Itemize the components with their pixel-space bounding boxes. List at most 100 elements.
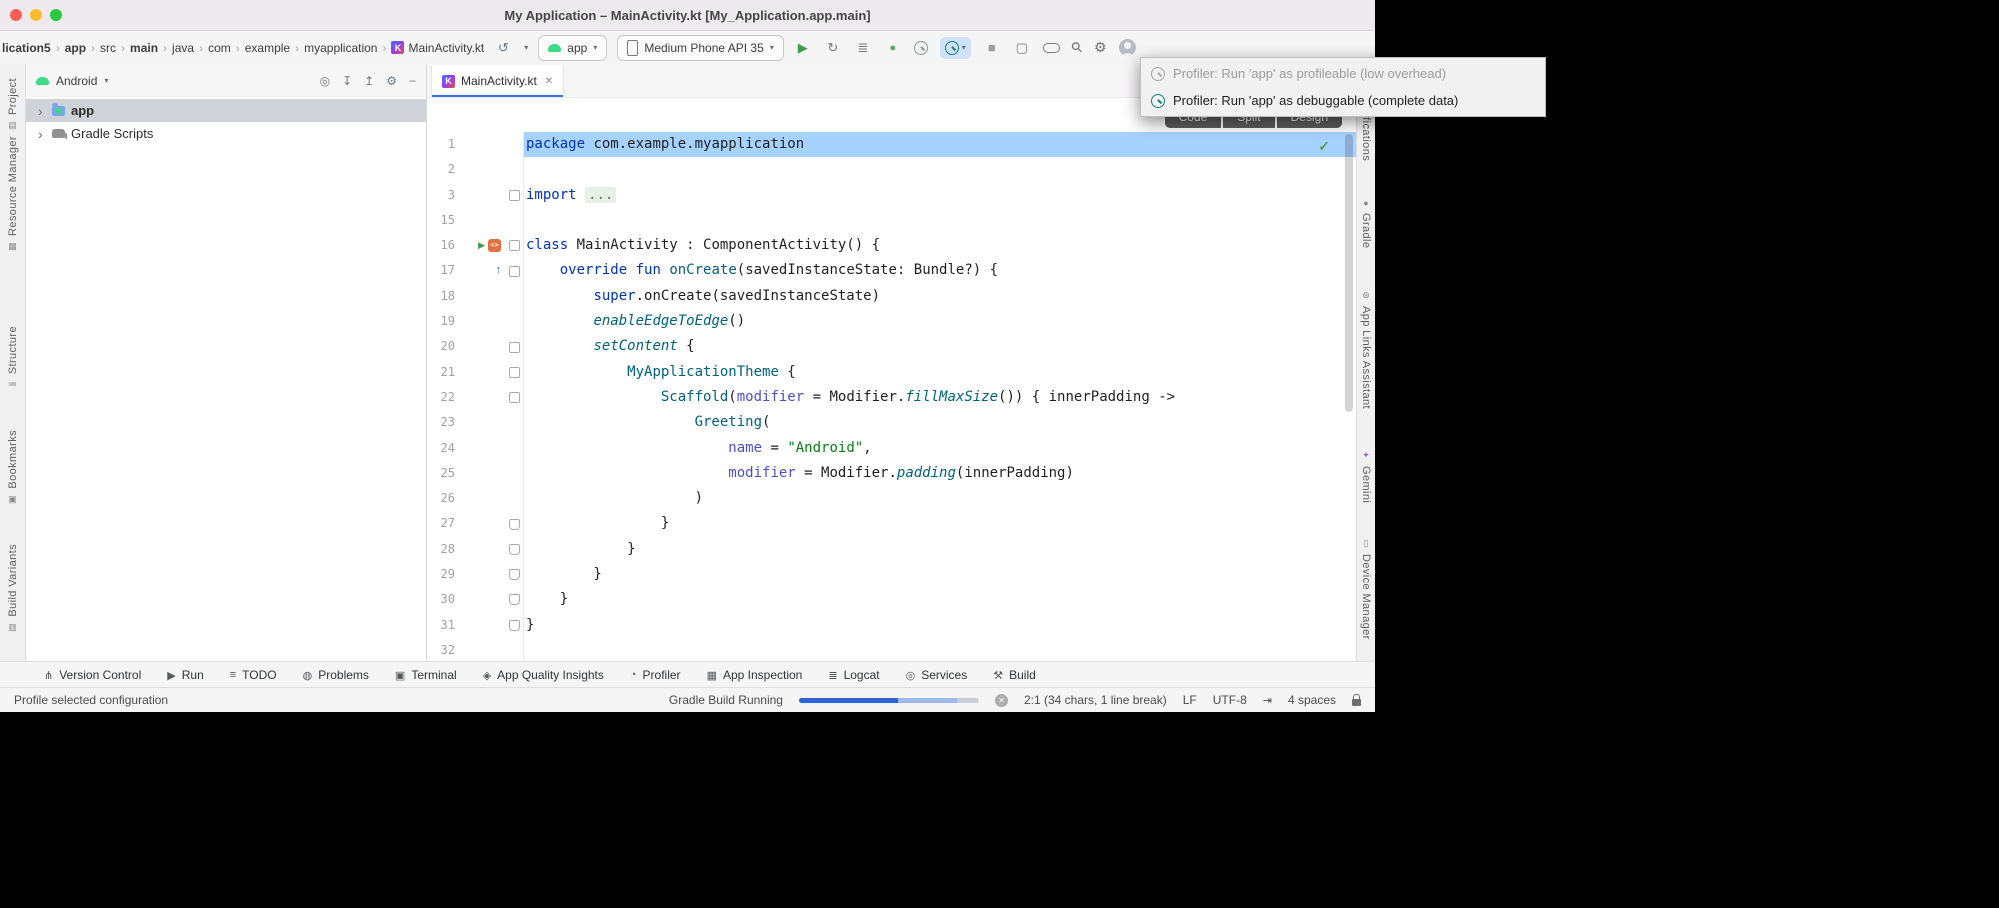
fold-marker[interactable] (509, 190, 520, 201)
code-text[interactable]: ) (524, 486, 1356, 511)
run-button[interactable]: ▶ (794, 40, 812, 56)
code-text[interactable]: Scaffold(modifier = Modifier.fillMaxSize… (524, 385, 1356, 410)
search-icon[interactable]: ⚲ (1067, 38, 1086, 57)
breadcrumb-item[interactable]: MainActivity.kt (408, 41, 484, 55)
running-devices-icon[interactable]: ▢ (1013, 40, 1031, 56)
code-text[interactable]: setContent { (524, 334, 1356, 359)
run-configuration-select[interactable]: app ▾ (538, 35, 607, 61)
profiler-dropdown-button[interactable]: ▾ (940, 37, 971, 59)
tool-stripe-item[interactable]: ⊛App Links Assistant (1357, 290, 1375, 409)
override-gutter-icon[interactable]: ↑ (496, 258, 502, 283)
fold-marker[interactable] (509, 367, 520, 378)
profile-low-overhead-icon[interactable] (914, 41, 928, 55)
indent-setting[interactable]: 4 spaces (1288, 693, 1336, 707)
debug-button[interactable]: ● (884, 42, 902, 54)
code-text[interactable]: import ... (524, 183, 1356, 208)
tool-window-button-build[interactable]: ⚒Build (993, 668, 1036, 682)
code-editor[interactable]: Code Split Design 1package com.example.m… (427, 98, 1356, 662)
tool-window-button-problems[interactable]: ◍Problems (303, 668, 369, 682)
tool-window-button-todo[interactable]: ≡TODO (230, 668, 277, 682)
lock-icon[interactable] (1352, 699, 1361, 706)
editor-scrollbar[interactable] (1345, 134, 1353, 412)
code-text[interactable]: } (524, 537, 1356, 562)
tab-mainactivity[interactable]: K MainActivity.kt ✕ (431, 65, 564, 97)
breadcrumb-item[interactable]: myapplication (304, 41, 377, 55)
fold-marker[interactable] (509, 342, 520, 353)
panel-settings-gear-icon[interactable]: ⚙ (386, 74, 397, 88)
code-text[interactable]: super.onCreate(savedInstanceState) (524, 284, 1356, 309)
tool-stripe-item[interactable]: Bookmarks▣ (0, 430, 25, 505)
tree-item-app[interactable]: › app (26, 99, 426, 122)
code-text[interactable]: class MainActivity : ComponentActivity()… (524, 233, 1356, 258)
tool-stripe-item[interactable]: ●Gradle (1357, 198, 1375, 248)
user-avatar[interactable] (1119, 39, 1136, 56)
code-text[interactable]: package com.example.myapplication (524, 132, 1356, 157)
project-view-select[interactable]: Android (56, 74, 97, 88)
tool-stripe-item[interactable]: Project▤ (0, 78, 25, 131)
collapse-all-icon[interactable]: ↧ (342, 74, 352, 88)
expand-all-icon[interactable]: ↥ (364, 74, 374, 88)
tool-stripe-item[interactable]: Structure≔ (0, 326, 25, 390)
tool-window-button-version-control[interactable]: ⋔Version Control (44, 668, 141, 682)
code-text[interactable] (524, 208, 1356, 233)
fold-marker[interactable] (509, 594, 520, 605)
apply-code-changes-icon[interactable]: ≣ (854, 40, 872, 56)
breadcrumb-item[interactable]: example (245, 41, 290, 55)
inspection-ok-check-icon[interactable]: ✓ (1318, 138, 1330, 155)
fold-marker[interactable] (509, 266, 520, 277)
tool-window-button-app-quality-insights[interactable]: ◈App Quality Insights (483, 668, 604, 682)
code-text[interactable] (524, 157, 1356, 182)
compose-gutter-icon[interactable]: <> (488, 239, 501, 252)
fold-marker[interactable] (509, 392, 520, 403)
code-text[interactable]: override fun onCreate(savedInstanceState… (524, 258, 1356, 283)
menu-item-debuggable[interactable]: Profiler: Run 'app' as debuggable (compl… (1141, 87, 1545, 114)
breadcrumb-item[interactable]: main (130, 41, 158, 55)
code-text[interactable]: modifier = Modifier.padding(innerPadding… (524, 461, 1356, 486)
code-text[interactable]: name = "Android", (524, 436, 1356, 461)
tree-item-gradle-scripts[interactable]: › Gradle Scripts (26, 122, 426, 145)
tool-stripe-item[interactable]: Resource Manager▦ (0, 136, 25, 252)
tool-window-button-logcat[interactable]: ≣Logcat (828, 668, 879, 682)
fold-marker[interactable] (509, 569, 520, 580)
settings-gear-icon[interactable]: ⚙ (1094, 39, 1107, 56)
chevron-right-icon[interactable]: › (38, 126, 46, 142)
breadcrumb-item[interactable]: java (172, 41, 194, 55)
line-separator[interactable]: LF (1183, 693, 1197, 707)
vcs-rollback-icon[interactable]: ↺ (494, 40, 512, 56)
code-text[interactable] (524, 638, 1356, 662)
caret-position[interactable]: 2:1 (34 chars, 1 line break) (1024, 693, 1167, 707)
tool-stripe-item[interactable]: ▯Device Manager (1357, 538, 1375, 640)
code-text[interactable]: } (524, 562, 1356, 587)
device-select[interactable]: Medium Phone API 35 ▾ (617, 35, 783, 61)
tool-window-button-run[interactable]: ▶Run (167, 668, 203, 682)
hide-panel-icon[interactable]: − (409, 74, 416, 88)
run-gutter-icon[interactable]: ▶ (478, 233, 485, 258)
tool-stripe-item[interactable]: ✦Gemini (1357, 450, 1375, 503)
fold-marker[interactable] (509, 620, 520, 631)
fold-marker[interactable] (509, 519, 520, 530)
code-text[interactable]: } (524, 613, 1356, 638)
code-text[interactable]: Greeting( (524, 410, 1356, 435)
file-encoding[interactable]: UTF-8 (1213, 693, 1247, 707)
tool-window-button-profiler[interactable]: ◔Profiler (630, 668, 681, 682)
tool-window-button-services[interactable]: ◎Services (906, 668, 968, 682)
menu-item-profileable[interactable]: Profiler: Run 'app' as profileable (low … (1141, 60, 1545, 87)
code-text[interactable]: } (524, 587, 1356, 612)
breadcrumb-item[interactable]: lication5 (2, 41, 51, 55)
close-tab-icon[interactable]: ✕ (545, 76, 553, 87)
cancel-build-icon[interactable]: ✕ (995, 694, 1008, 707)
locate-file-icon[interactable]: ◎ (320, 74, 330, 88)
tool-stripe-item[interactable]: Build Variants▥ (0, 544, 25, 633)
device-manager-pill-icon[interactable] (1043, 43, 1060, 53)
breadcrumb-item[interactable]: com (208, 41, 231, 55)
breadcrumb-item[interactable]: app (65, 41, 86, 55)
code-text[interactable]: } (524, 511, 1356, 536)
tool-window-button-app-inspection[interactable]: ▦App Inspection (707, 668, 803, 682)
stop-button[interactable]: ■ (983, 40, 1001, 55)
tool-window-button-terminal[interactable]: ▣Terminal (395, 668, 457, 682)
code-text[interactable]: enableEdgeToEdge() (524, 309, 1356, 334)
code-text[interactable]: MyApplicationTheme { (524, 360, 1356, 385)
chevron-right-icon[interactable]: › (38, 103, 46, 119)
vcs-widget[interactable]: ↺ ▾ (494, 40, 528, 56)
breadcrumb-item[interactable]: src (100, 41, 116, 55)
